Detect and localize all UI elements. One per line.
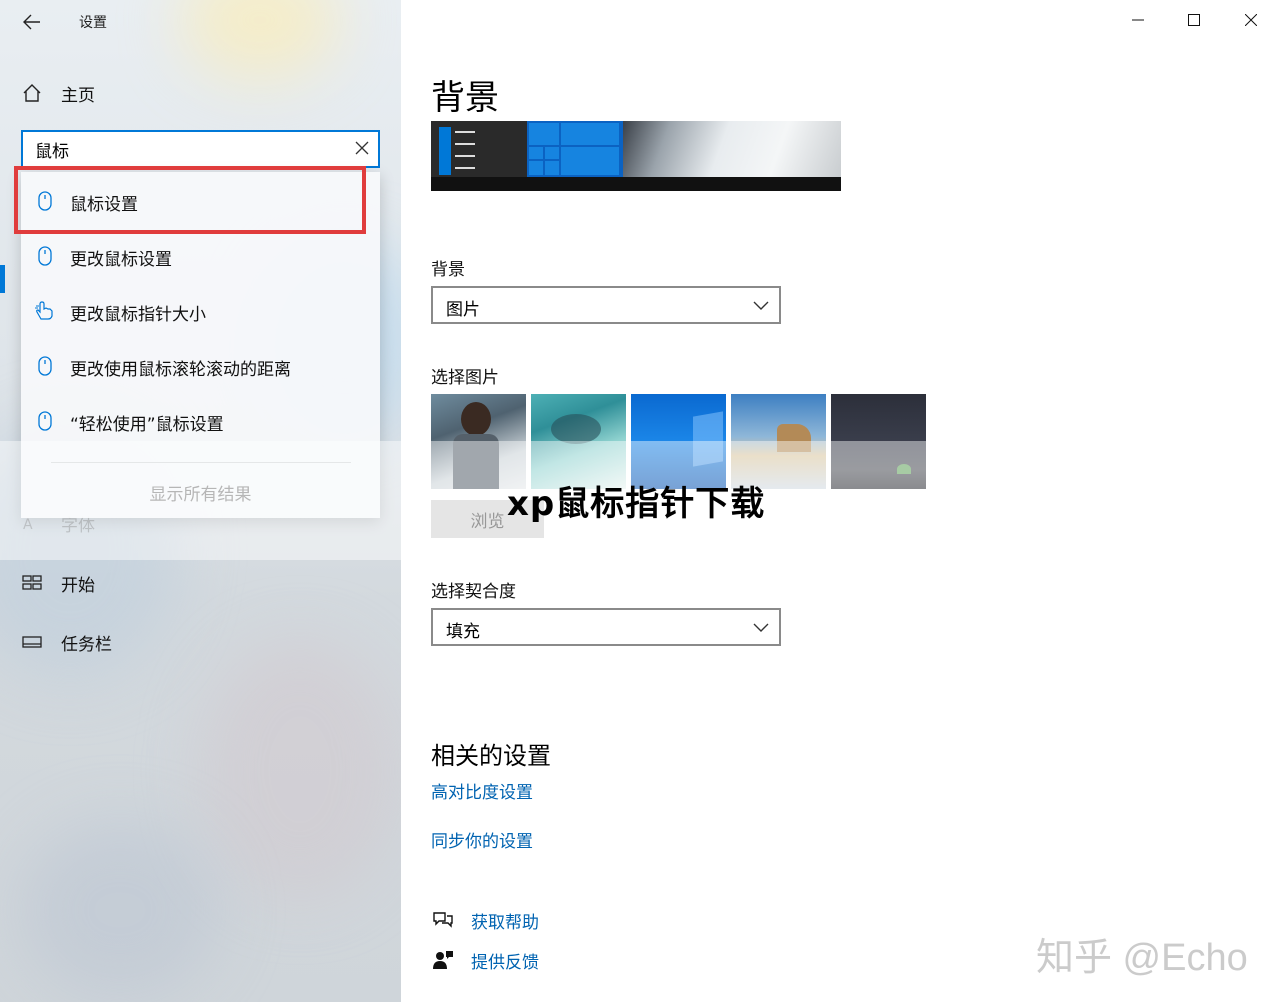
suggestion-scroll-distance[interactable]: 更改使用鼠标滚轮滚动的距离 bbox=[21, 341, 380, 389]
picture-thumbnail[interactable] bbox=[531, 394, 626, 489]
sidebar-item-home[interactable]: 主页 bbox=[20, 80, 95, 106]
chat-help-icon bbox=[431, 908, 455, 932]
get-help-link[interactable]: 获取帮助 bbox=[431, 908, 539, 933]
choose-picture-label: 选择图片 bbox=[431, 368, 499, 388]
minimize-icon bbox=[1132, 19, 1144, 21]
suggestion-pointer-size[interactable]: 更改鼠标指针大小 bbox=[21, 286, 380, 334]
feedback-person-icon bbox=[431, 948, 455, 972]
picture-thumbnail[interactable] bbox=[831, 394, 926, 489]
minimize-button[interactable] bbox=[1110, 4, 1166, 36]
sidebar-item-label: 开始 bbox=[61, 575, 95, 596]
mouse-icon bbox=[34, 410, 56, 432]
highlight-annotation-box bbox=[14, 166, 366, 234]
high-contrast-settings-link[interactable]: 高对比度设置 bbox=[431, 778, 533, 803]
chevron-down-icon bbox=[753, 623, 769, 632]
picture-thumbnail[interactable] bbox=[631, 394, 726, 489]
suggestion-change-mouse-settings[interactable]: 更改鼠标设置 bbox=[21, 231, 380, 279]
get-help-label: 获取帮助 bbox=[471, 912, 539, 933]
close-icon bbox=[1245, 14, 1257, 26]
search-input[interactable] bbox=[35, 137, 335, 161]
background-type-select[interactable]: 图片 bbox=[431, 286, 781, 324]
overlay-title: xp鼠标指针下载 bbox=[507, 484, 766, 524]
search-box bbox=[21, 130, 380, 168]
feedback-link[interactable]: 提供反馈 bbox=[431, 948, 539, 973]
app-title: 设置 bbox=[79, 15, 107, 31]
taskbar-icon bbox=[20, 635, 44, 649]
mouse-icon bbox=[34, 355, 56, 377]
hand-pointer-icon bbox=[34, 300, 56, 322]
clear-search-icon[interactable] bbox=[354, 141, 370, 157]
suggestion-label: “轻松使用”鼠标设置 bbox=[70, 415, 224, 435]
mouse-icon bbox=[34, 245, 56, 267]
maximize-button[interactable] bbox=[1166, 4, 1222, 36]
active-nav-indicator bbox=[0, 265, 5, 293]
home-icon bbox=[20, 83, 44, 103]
fit-select[interactable]: 填充 bbox=[431, 608, 781, 646]
picture-thumbnail[interactable] bbox=[431, 394, 526, 489]
related-settings-title: 相关的设置 bbox=[431, 742, 551, 770]
background-preview bbox=[431, 121, 841, 191]
background-label: 背景 bbox=[431, 260, 465, 280]
page-title: 背景 bbox=[431, 78, 499, 118]
sync-settings-link[interactable]: 同步你的设置 bbox=[431, 827, 533, 852]
fit-label: 选择契合度 bbox=[431, 582, 516, 602]
start-icon bbox=[20, 574, 44, 592]
title-bar-left: 设置 bbox=[0, 0, 401, 44]
selected-value: 填充 bbox=[446, 622, 480, 642]
show-all-results-link[interactable]: 显示所有结果 bbox=[21, 480, 380, 505]
svg-text:A: A bbox=[23, 517, 33, 533]
sidebar-item-label: 任务栏 bbox=[61, 634, 112, 655]
back-arrow-icon bbox=[23, 14, 40, 30]
suggestion-label: 更改鼠标设置 bbox=[70, 250, 172, 270]
sidebar-item-label: 主页 bbox=[61, 85, 95, 106]
sidebar-item-taskbar[interactable]: 任务栏 bbox=[20, 629, 112, 655]
close-button[interactable] bbox=[1223, 4, 1279, 36]
sidebar-item-start[interactable]: 开始 bbox=[20, 570, 95, 596]
selected-value: 图片 bbox=[446, 300, 480, 320]
back-button[interactable] bbox=[20, 10, 44, 34]
maximize-icon bbox=[1188, 14, 1200, 26]
watermark: 知乎 @Echo bbox=[1036, 937, 1248, 979]
suggestion-label: 更改鼠标指针大小 bbox=[70, 305, 206, 325]
feedback-label: 提供反馈 bbox=[471, 952, 539, 973]
suggestion-label: 更改使用鼠标滚轮滚动的距离 bbox=[70, 360, 291, 380]
picture-thumbnail[interactable] bbox=[731, 394, 826, 489]
suggestion-ease-of-access-mouse[interactable]: “轻松使用”鼠标设置 bbox=[21, 396, 380, 444]
divider bbox=[51, 462, 351, 463]
chevron-down-icon bbox=[753, 301, 769, 310]
